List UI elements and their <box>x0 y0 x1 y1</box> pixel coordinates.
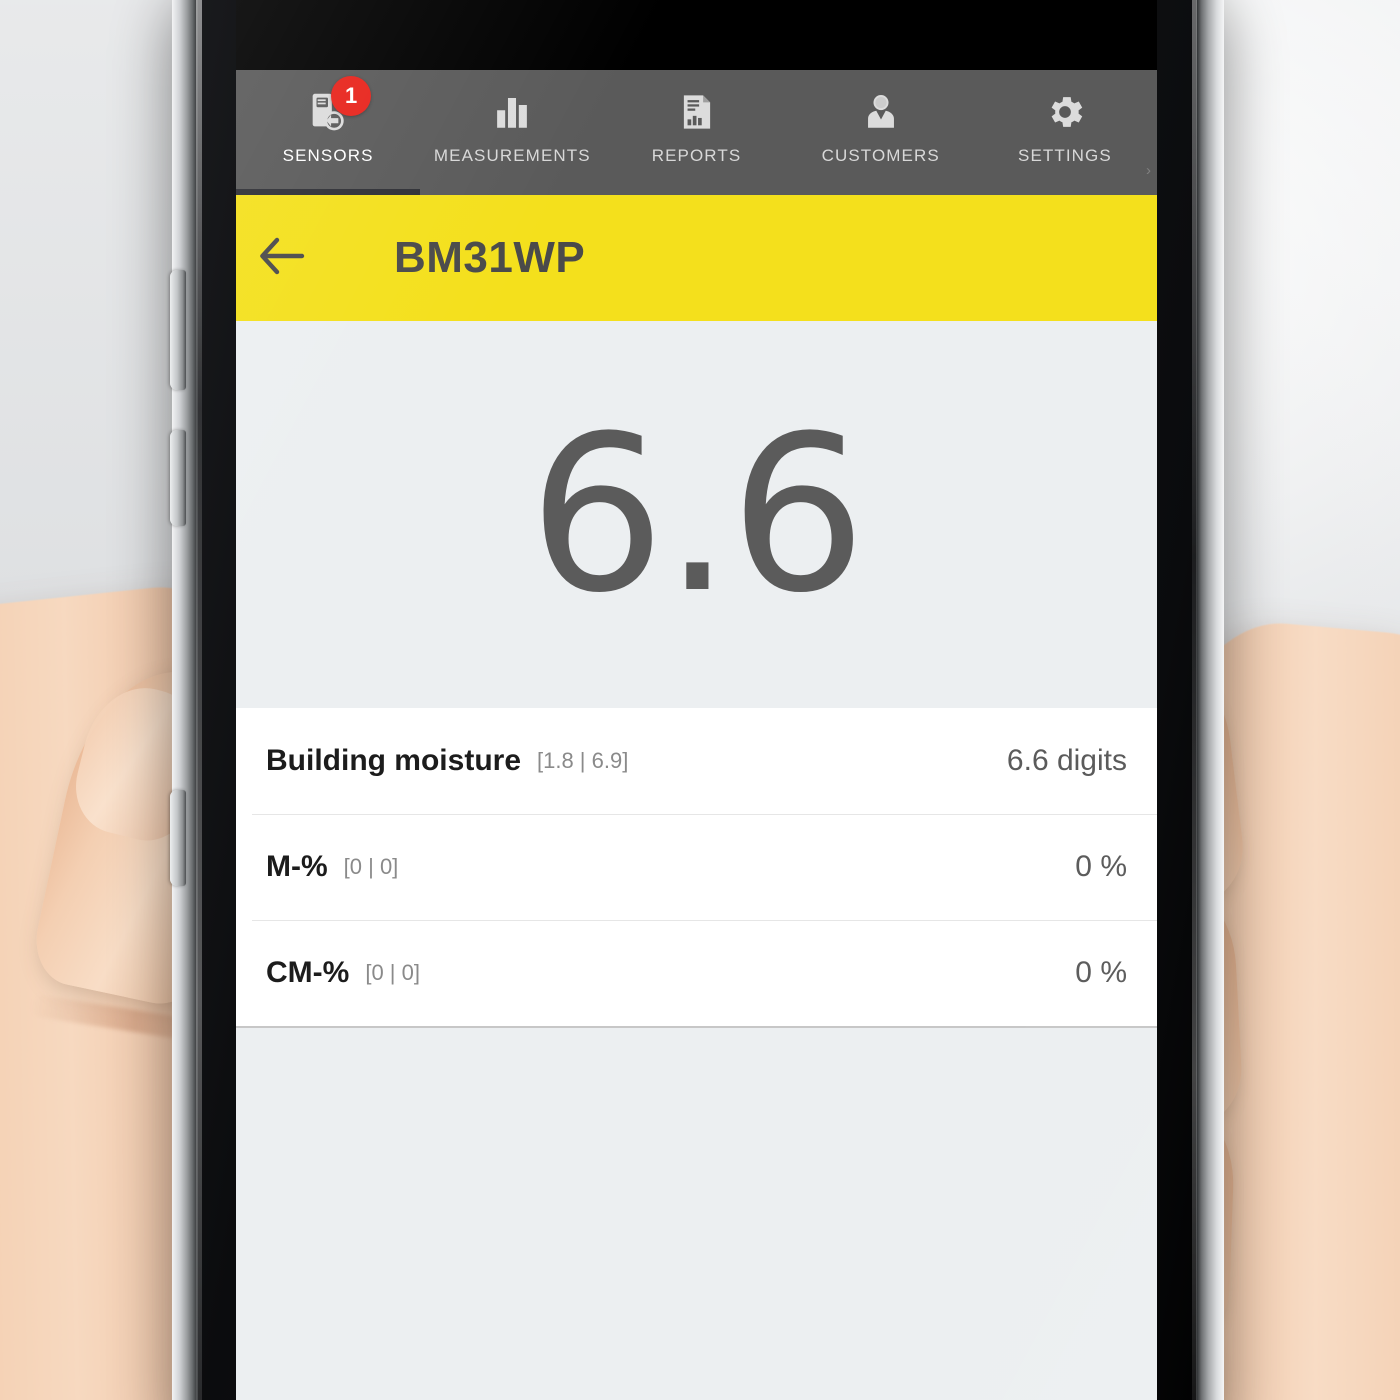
primary-reading-area: 6.6 <box>236 321 1157 708</box>
measurement-value: 0 % <box>1075 956 1127 989</box>
tab-reports[interactable]: REPORTS <box>604 70 788 195</box>
screenshot-scene: 1 SENSORS MEASUREMENTS REPORTS CUSTOMERS… <box>0 0 1400 1400</box>
volume-up-button[interactable] <box>170 270 186 390</box>
measurement-value: 0 % <box>1075 850 1127 883</box>
phone-right-rim <box>1196 0 1224 1400</box>
power-button[interactable] <box>170 790 186 886</box>
tab-settings[interactable]: SETTINGS <box>973 70 1157 195</box>
tab-label-reports: REPORTS <box>651 146 742 165</box>
volume-down-button[interactable] <box>170 430 186 526</box>
tab-label-settings: SETTINGS <box>1018 146 1112 165</box>
list-item[interactable]: M-% [0 | 0] 0 % <box>236 814 1157 920</box>
measurement-label: M-% <box>266 850 328 883</box>
phone-right-edge-highlight <box>1192 0 1197 1400</box>
menu-button[interactable] <box>1047 195 1157 321</box>
list-item[interactable]: Building moisture [1.8 | 6.9] 6.6 digits <box>236 708 1157 814</box>
tab-label-sensors: SENSORS <box>282 146 374 165</box>
back-button[interactable] <box>236 195 328 321</box>
top-tab-bar: 1 SENSORS MEASUREMENTS REPORTS CUSTOMERS… <box>236 70 1157 195</box>
phone-screen: 1 SENSORS MEASUREMENTS REPORTS CUSTOMERS… <box>236 0 1157 1400</box>
sensors-badge: 1 <box>331 76 372 116</box>
empty-content-area <box>236 1028 1157 1400</box>
measurement-value: 6.6 digits <box>1006 744 1127 777</box>
phone-left-edge-highlight <box>196 0 202 1400</box>
tab-overflow-indicator[interactable]: › <box>1146 162 1151 179</box>
status-bar-area <box>236 0 1157 70</box>
person-icon <box>860 86 902 138</box>
measurement-list: Building moisture [1.8 | 6.9] 6.6 digits… <box>236 708 1157 1028</box>
measurement-range: [0 | 0] <box>365 960 420 985</box>
measurement-range: [0 | 0] <box>343 854 399 879</box>
measurement-range: [1.8 | 6.9] <box>537 748 629 773</box>
tab-sensors[interactable]: 1 SENSORS <box>236 70 421 195</box>
list-item[interactable]: CM-% [0 | 0] 0 % <box>236 920 1157 1026</box>
tab-label-customers: CUSTOMERS <box>821 146 940 165</box>
tab-label-measurements: MEASUREMENTS <box>433 146 591 165</box>
measurement-label: CM-% <box>266 956 350 989</box>
page-title: BM31WP <box>394 233 586 282</box>
arrow-left-icon <box>256 234 308 283</box>
phone-left-rim <box>172 0 198 1400</box>
measurement-label: Building moisture <box>266 744 521 777</box>
tab-measurements[interactable]: MEASUREMENTS <box>420 70 604 195</box>
tab-customers[interactable]: CUSTOMERS <box>789 70 973 195</box>
primary-reading-value: 6.6 <box>528 389 867 640</box>
report-document-icon <box>676 86 718 138</box>
bar-chart-icon <box>491 86 533 138</box>
app-bar: BM31WP <box>236 195 1157 321</box>
gear-icon <box>1043 86 1087 138</box>
sensor-device-icon: 1 <box>305 76 372 138</box>
